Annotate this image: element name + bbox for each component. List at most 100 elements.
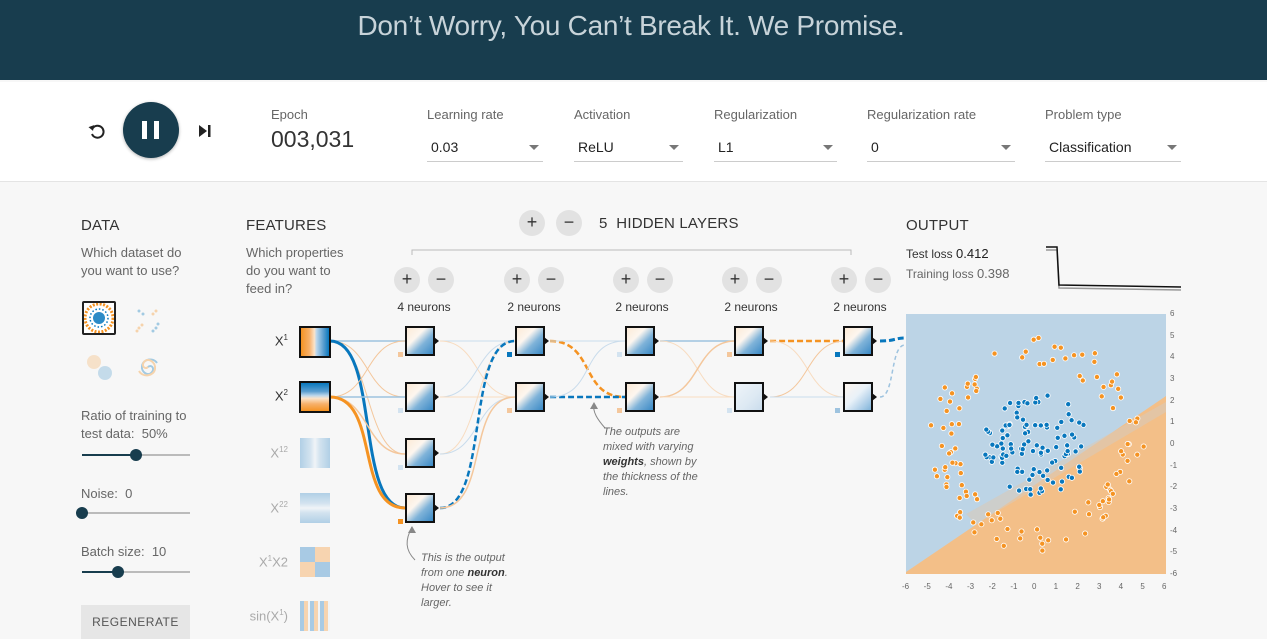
data-point [1071, 508, 1078, 515]
y-tick-label: -3 [1170, 504, 1178, 513]
data-point [957, 509, 964, 516]
neuron[interactable] [405, 493, 439, 523]
remove-neuron-button[interactable]: − [647, 267, 673, 293]
data-point [938, 442, 945, 449]
data-point [941, 384, 948, 391]
data-point [1014, 468, 1021, 475]
data-point [963, 492, 970, 499]
neuron[interactable] [515, 326, 549, 356]
neuron[interactable] [734, 382, 768, 412]
data-point [1086, 511, 1093, 518]
neuron[interactable] [843, 326, 877, 356]
data-point [1019, 354, 1026, 361]
data-point [1044, 467, 1051, 474]
data-point [990, 454, 997, 461]
feature-sin-x1-tile[interactable] [300, 601, 330, 631]
x-tick-label: 4 [1118, 582, 1124, 591]
feature-x1-squared-label: X12 [270, 445, 288, 461]
data-point [933, 473, 940, 480]
neuron[interactable] [405, 382, 439, 412]
data-point [1004, 526, 1011, 533]
data-point [1026, 476, 1033, 483]
data-point [1006, 483, 1013, 490]
data-point [970, 519, 977, 526]
data-point [957, 461, 964, 468]
hidden-layers-count: 5 [599, 215, 608, 232]
data-point [1071, 352, 1078, 359]
data-point [946, 398, 953, 405]
data-point [1059, 478, 1066, 485]
data-point [1029, 471, 1036, 478]
data-point [1118, 448, 1125, 455]
feature-x1x2-tile[interactable] [300, 547, 330, 577]
data-point [1113, 371, 1120, 378]
data-point [1124, 457, 1131, 464]
data-point [1057, 486, 1064, 493]
neuron[interactable] [734, 326, 768, 356]
y-tick-label: 4 [1170, 352, 1175, 362]
data-point [1100, 514, 1107, 521]
data-point [946, 450, 953, 457]
add-neuron-button[interactable]: + [831, 267, 857, 293]
neuron[interactable] [405, 326, 439, 356]
y-tick-label: -1 [1170, 460, 1178, 470]
add-neuron-button[interactable]: + [613, 267, 639, 293]
data-point [971, 381, 978, 388]
data-point [1033, 442, 1040, 449]
y-tick-label: -2 [1170, 482, 1178, 492]
feature-x2-tile[interactable] [299, 381, 331, 413]
remove-neuron-button[interactable]: − [865, 267, 891, 293]
data-point [1134, 451, 1141, 458]
remove-layer-button[interactable]: − [556, 210, 582, 236]
x-tick-label: 3 [1097, 582, 1102, 591]
data-point [1140, 443, 1147, 450]
data-point [1065, 401, 1072, 408]
add-neuron-button[interactable]: + [504, 267, 530, 293]
x-tick-label: 1 [1053, 582, 1059, 591]
data-point [1058, 418, 1065, 425]
data-point [1104, 481, 1111, 488]
data-point [1019, 468, 1026, 475]
data-point [999, 427, 1006, 434]
neuron[interactable] [625, 382, 659, 412]
data-point [1109, 378, 1116, 385]
remove-neuron-button[interactable]: − [538, 267, 564, 293]
feature-x2-squared-tile[interactable] [300, 493, 330, 523]
data-point [1050, 479, 1057, 486]
add-neuron-button[interactable]: + [394, 267, 420, 293]
data-point [1007, 400, 1014, 407]
data-point [1100, 383, 1107, 390]
y-tick-label: -5 [1170, 547, 1178, 557]
data-point [1079, 351, 1086, 358]
data-point [1014, 414, 1021, 421]
add-layer-button[interactable]: + [519, 210, 545, 236]
data-point [1072, 448, 1079, 455]
data-point [949, 390, 956, 397]
feature-x1-squared-tile[interactable] [300, 438, 330, 468]
data-point [1063, 536, 1070, 543]
add-neuron-button[interactable]: + [722, 267, 748, 293]
neuron[interactable] [515, 382, 549, 412]
data-point [1039, 547, 1046, 554]
neuron[interactable] [625, 326, 659, 356]
data-point [1033, 395, 1040, 402]
data-point [1027, 486, 1034, 493]
data-point [1076, 373, 1083, 380]
training-loss-value: 0.398 [976, 266, 1010, 281]
data-point [1126, 478, 1133, 485]
data-point [1017, 535, 1024, 542]
data-point [972, 373, 979, 380]
data-point [952, 445, 959, 452]
data-point [1037, 485, 1044, 492]
neuron[interactable] [405, 438, 439, 468]
data-point [1078, 443, 1085, 450]
remove-neuron-button[interactable]: − [756, 267, 782, 293]
data-point [1027, 491, 1034, 498]
data-point [937, 395, 944, 402]
remove-neuron-button[interactable]: − [428, 267, 454, 293]
layer-2-neuron-count: 2 neurons [507, 300, 561, 314]
neuron[interactable] [843, 382, 877, 412]
feature-x1-tile[interactable] [299, 326, 331, 358]
data-point [985, 511, 992, 518]
data-point [1117, 394, 1124, 401]
